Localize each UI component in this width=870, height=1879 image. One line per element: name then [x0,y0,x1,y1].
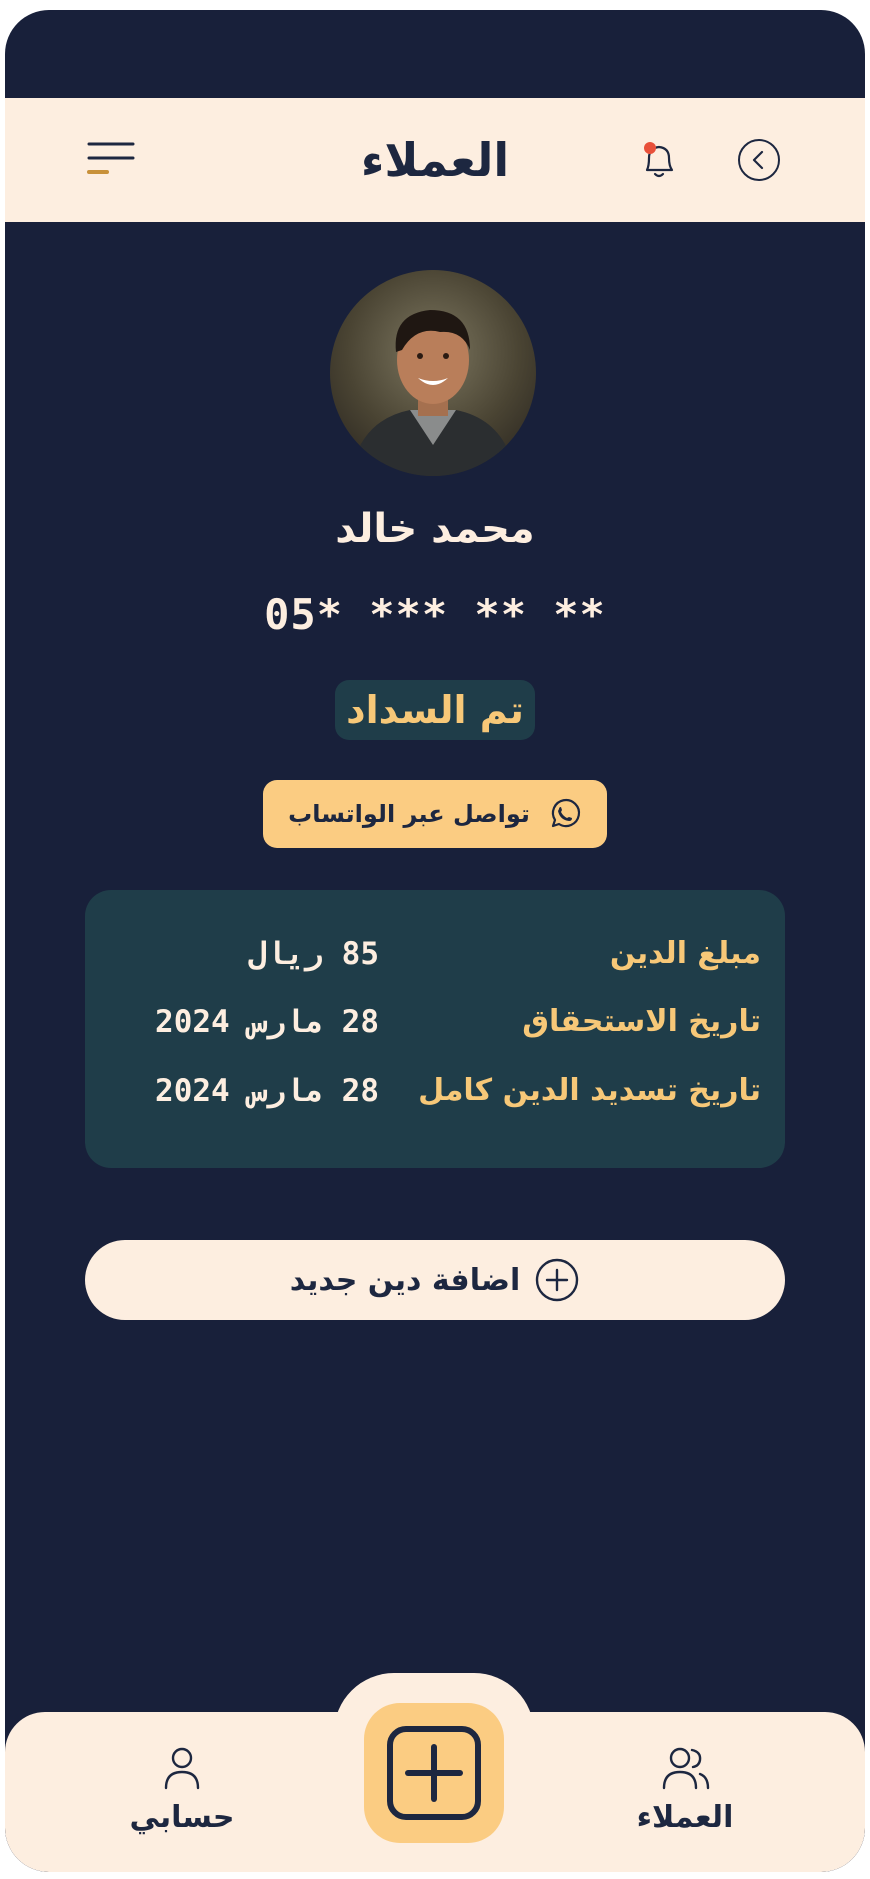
debt-value: 85 ريال [248,936,379,972]
whatsapp-icon [551,799,580,828]
users-icon [662,1747,710,1790]
user-icon [164,1747,200,1790]
debt-value: 28 مارس 2024 [155,1073,379,1109]
plus-square-icon [387,1726,481,1820]
plus-circle-icon [536,1258,579,1302]
debt-value: 28 مارس 2024 [155,1004,379,1040]
debt-label: تاريخ تسديد الدين كامل [418,1073,761,1108]
debt-details-card: مبلغ الدين 85 ريال تاريخ الاستحقاق 28 ما… [85,890,785,1168]
nav-label-account: حسابي [129,1800,235,1835]
status-badge: تم السداد [335,680,535,740]
header-bar: العملاء [5,98,865,222]
back-button[interactable] [737,138,781,182]
whatsapp-button[interactable]: تواصل عبر الواتساب [263,780,607,848]
debt-label: مبلغ الدين [609,936,761,971]
whatsapp-label: تواصل عبر الواتساب [288,800,530,828]
debt-row-due-date: تاريخ الاستحقاق 28 مارس 2024 [85,1004,785,1054]
bell-icon[interactable] [639,138,679,182]
nav-item-account[interactable]: حسابي [112,1744,252,1844]
customer-name: محمد خالد [335,506,535,552]
add-debt-label: اضافة دين جديد [289,1262,521,1298]
page-title: العملاء [360,133,510,187]
debt-row-paid-date: تاريخ تسديد الدين كامل 28 مارس 2024 [85,1073,785,1123]
debt-label: تاريخ الاستحقاق [522,1004,761,1039]
customer-phone: 05* *** ** ** [264,590,606,639]
add-fab-button[interactable] [364,1703,504,1843]
nav-item-customers[interactable]: العملاء [615,1744,755,1844]
add-debt-button[interactable]: اضافة دين جديد [85,1240,785,1320]
nav-label-customers: العملاء [636,1800,734,1835]
debt-row-amount: مبلغ الدين 85 ريال [85,936,785,986]
menu-icon[interactable] [85,140,135,176]
notification-dot [644,142,656,154]
app-screen: العملاء محمد خالد 05* *** ** ** تم السدا… [5,10,865,1872]
avatar [330,270,536,476]
